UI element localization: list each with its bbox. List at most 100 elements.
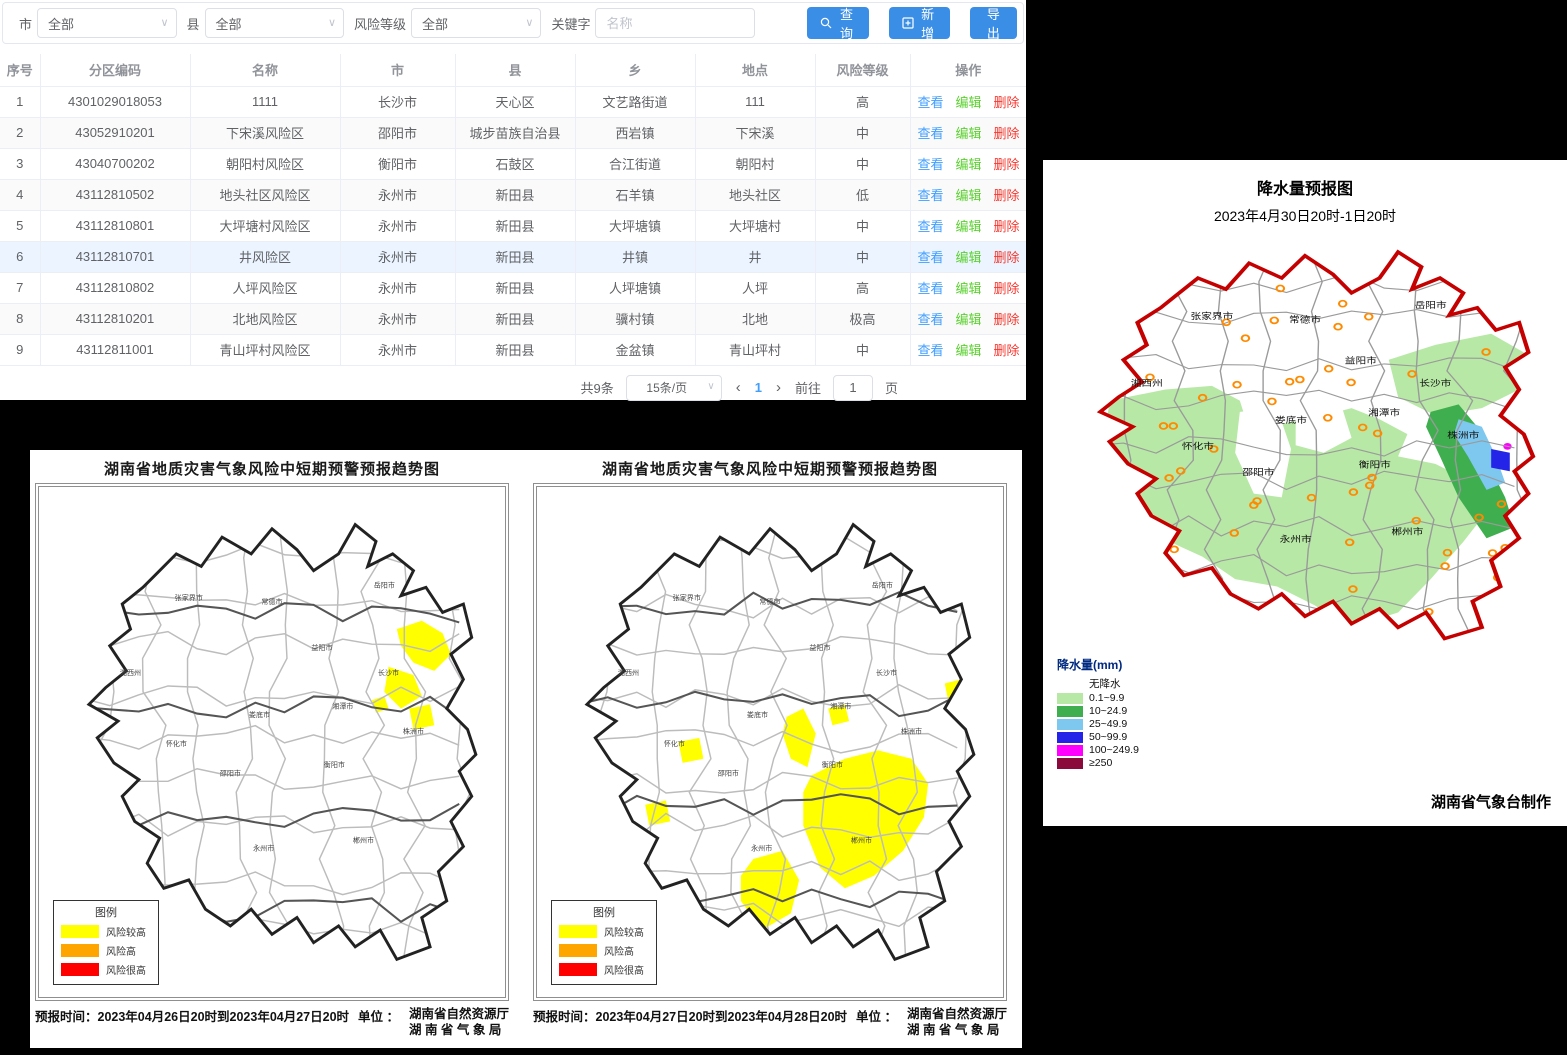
table-cell: 43112810701 [40,241,190,272]
unit-names: 湖南省自然资源厅 湖 南 省 气 象 局 [907,1006,1007,1039]
table-cell: 永州市 [340,303,455,334]
table-cell: 新田县 [455,334,575,365]
city-label: 怀化市 [1182,440,1214,451]
edit-link[interactable]: 编辑 [956,219,982,234]
city-label: 株洲市 [1447,429,1479,440]
table-row: 243052910201下宋溪风险区邵阳市城步苗族自治县西岩镇下宋溪中查看编辑删… [0,117,1026,148]
view-link[interactable]: 查看 [918,95,944,110]
legend-item: 风险很高 [559,962,649,977]
add-button[interactable]: 新增 [889,7,950,39]
trend-map-figure-2: 湖南省地质灾害气象风险中短期预警预报趋势图 湘西州张家界市常德市岳阳市益阳市长沙… [533,458,1007,1039]
edit-link[interactable]: 编辑 [956,250,982,265]
trend-map-figure-1: 湖南省地质灾害气象风险中短期预警预报趋势图 湘西州张家界市常德市岳阳市益阳市长沙… [35,458,509,1039]
city-label: 长沙市 [876,668,897,677]
delete-link[interactable]: 删除 [994,281,1020,296]
table-cell: 人坪 [695,272,815,303]
next-page-button[interactable]: › [774,379,783,396]
view-link[interactable]: 查看 [918,157,944,172]
delete-link[interactable]: 删除 [994,188,1020,203]
edit-link[interactable]: 编辑 [956,343,982,358]
table-cell: 5 [0,210,40,241]
legend-label: 50~99.9 [1089,731,1127,743]
table-cell: 高 [815,272,910,303]
delete-link[interactable]: 删除 [994,250,1020,265]
delete-link[interactable]: 删除 [994,219,1020,234]
column-header: 乡 [575,54,695,86]
current-page[interactable]: 1 [755,380,762,395]
city-label: 张家界市 [1191,310,1234,321]
table-cell: 城步苗族自治县 [455,117,575,148]
unit-line-2: 湖 南 省 气 象 局 [409,1023,501,1037]
table-row: 743112810802人坪风险区永州市新田县人坪塘镇人坪高查看编辑删除 [0,272,1026,303]
trend-map-frame: 湘西州张家界市常德市岳阳市益阳市长沙市娄底市湘潭市怀化市株洲市邵阳市衡阳市永州市… [533,483,1007,1001]
delete-link[interactable]: 删除 [994,312,1020,327]
city-label: 永州市 [253,844,274,853]
delete-link[interactable]: 删除 [994,343,1020,358]
view-link[interactable]: 查看 [918,250,944,265]
legend-label: ≥250 [1089,757,1112,769]
goto-page-input[interactable] [833,375,873,401]
city-label: 湘西州 [120,668,141,677]
city-label: 娄底市 [1275,414,1307,425]
edit-link[interactable]: 编辑 [956,281,982,296]
city-select[interactable]: 全部 ∨ [37,8,177,38]
table-cell: 新田县 [455,272,575,303]
prev-page-button[interactable]: ‹ [734,379,743,396]
query-button-label: 查询 [837,4,855,42]
city-label: 娄底市 [249,710,270,719]
table-cell: 永州市 [340,179,455,210]
export-button[interactable]: 导出 [970,7,1017,39]
legend-label: 25~49.9 [1089,718,1127,730]
legend-item: 风险高 [559,943,649,958]
city-label: 益阳市 [809,643,830,652]
unit-line-1: 湖南省自然资源厅 [907,1007,1007,1021]
view-link[interactable]: 查看 [918,219,944,234]
keyword-input[interactable] [595,8,755,38]
view-link[interactable]: 查看 [918,126,944,141]
table-cell: 1 [0,86,40,117]
edit-link[interactable]: 编辑 [956,188,982,203]
chevron-down-icon: ∨ [160,16,168,29]
column-header: 序号 [0,54,40,86]
risk-level-select[interactable]: 全部 ∨ [411,8,541,38]
table-cell: 衡阳市 [340,148,455,179]
city-label: 邵阳市 [220,768,241,777]
city-label: 怀化市 [664,739,685,748]
actions-cell: 查看编辑删除 [910,241,1026,272]
delete-link[interactable]: 删除 [994,95,1020,110]
table-cell: 中 [815,210,910,241]
table-cell: 中 [815,148,910,179]
issuing-unit: 单位 ： 湖南省自然资源厅 湖 南 省 气 象 局 [856,1006,1007,1039]
unit-names: 湖南省自然资源厅 湖 南 省 气 象 局 [409,1006,509,1039]
city-label: 常德市 [1289,314,1321,325]
edit-link[interactable]: 编辑 [956,157,982,172]
trend-map-title: 湖南省地质灾害气象风险中短期预警预报趋势图 [533,458,1007,479]
city-label: 常德市 [759,597,780,606]
county-select[interactable]: 全部 ∨ [205,8,345,38]
chevron-down-icon: ∨ [707,381,714,392]
table-cell: 中 [815,334,910,365]
city-label: 郴州市 [353,835,374,844]
edit-link[interactable]: 编辑 [956,312,982,327]
city-label: 衡阳市 [1359,459,1391,470]
unit-line-2: 湖 南 省 气 象 局 [907,1023,999,1037]
view-link[interactable]: 查看 [918,188,944,203]
legend-title: 图例 [559,904,649,920]
view-link[interactable]: 查看 [918,343,944,358]
table-cell: 井镇 [575,241,695,272]
risk-zone-table: 序号分区编码名称市县乡地点风险等级操作 143010290180531111长沙… [0,54,1026,366]
view-link[interactable]: 查看 [918,281,944,296]
risk-zone-panel: 市 全部 ∨ 县 全部 ∨ 风险等级 全部 ∨ 关键字 查询 [0,0,1026,400]
legend-label: 风险很高 [604,962,644,977]
legend-title: 图例 [61,904,151,920]
edit-link[interactable]: 编辑 [956,95,982,110]
view-link[interactable]: 查看 [918,312,944,327]
page-size-select[interactable]: 15条/页 ∨ [626,375,722,401]
city-filter-label: 市 [19,14,32,33]
table-cell: 6 [0,241,40,272]
query-button[interactable]: 查询 [807,7,868,39]
delete-link[interactable]: 删除 [994,126,1020,141]
legend-swatch [1057,706,1083,717]
edit-link[interactable]: 编辑 [956,126,982,141]
delete-link[interactable]: 删除 [994,157,1020,172]
